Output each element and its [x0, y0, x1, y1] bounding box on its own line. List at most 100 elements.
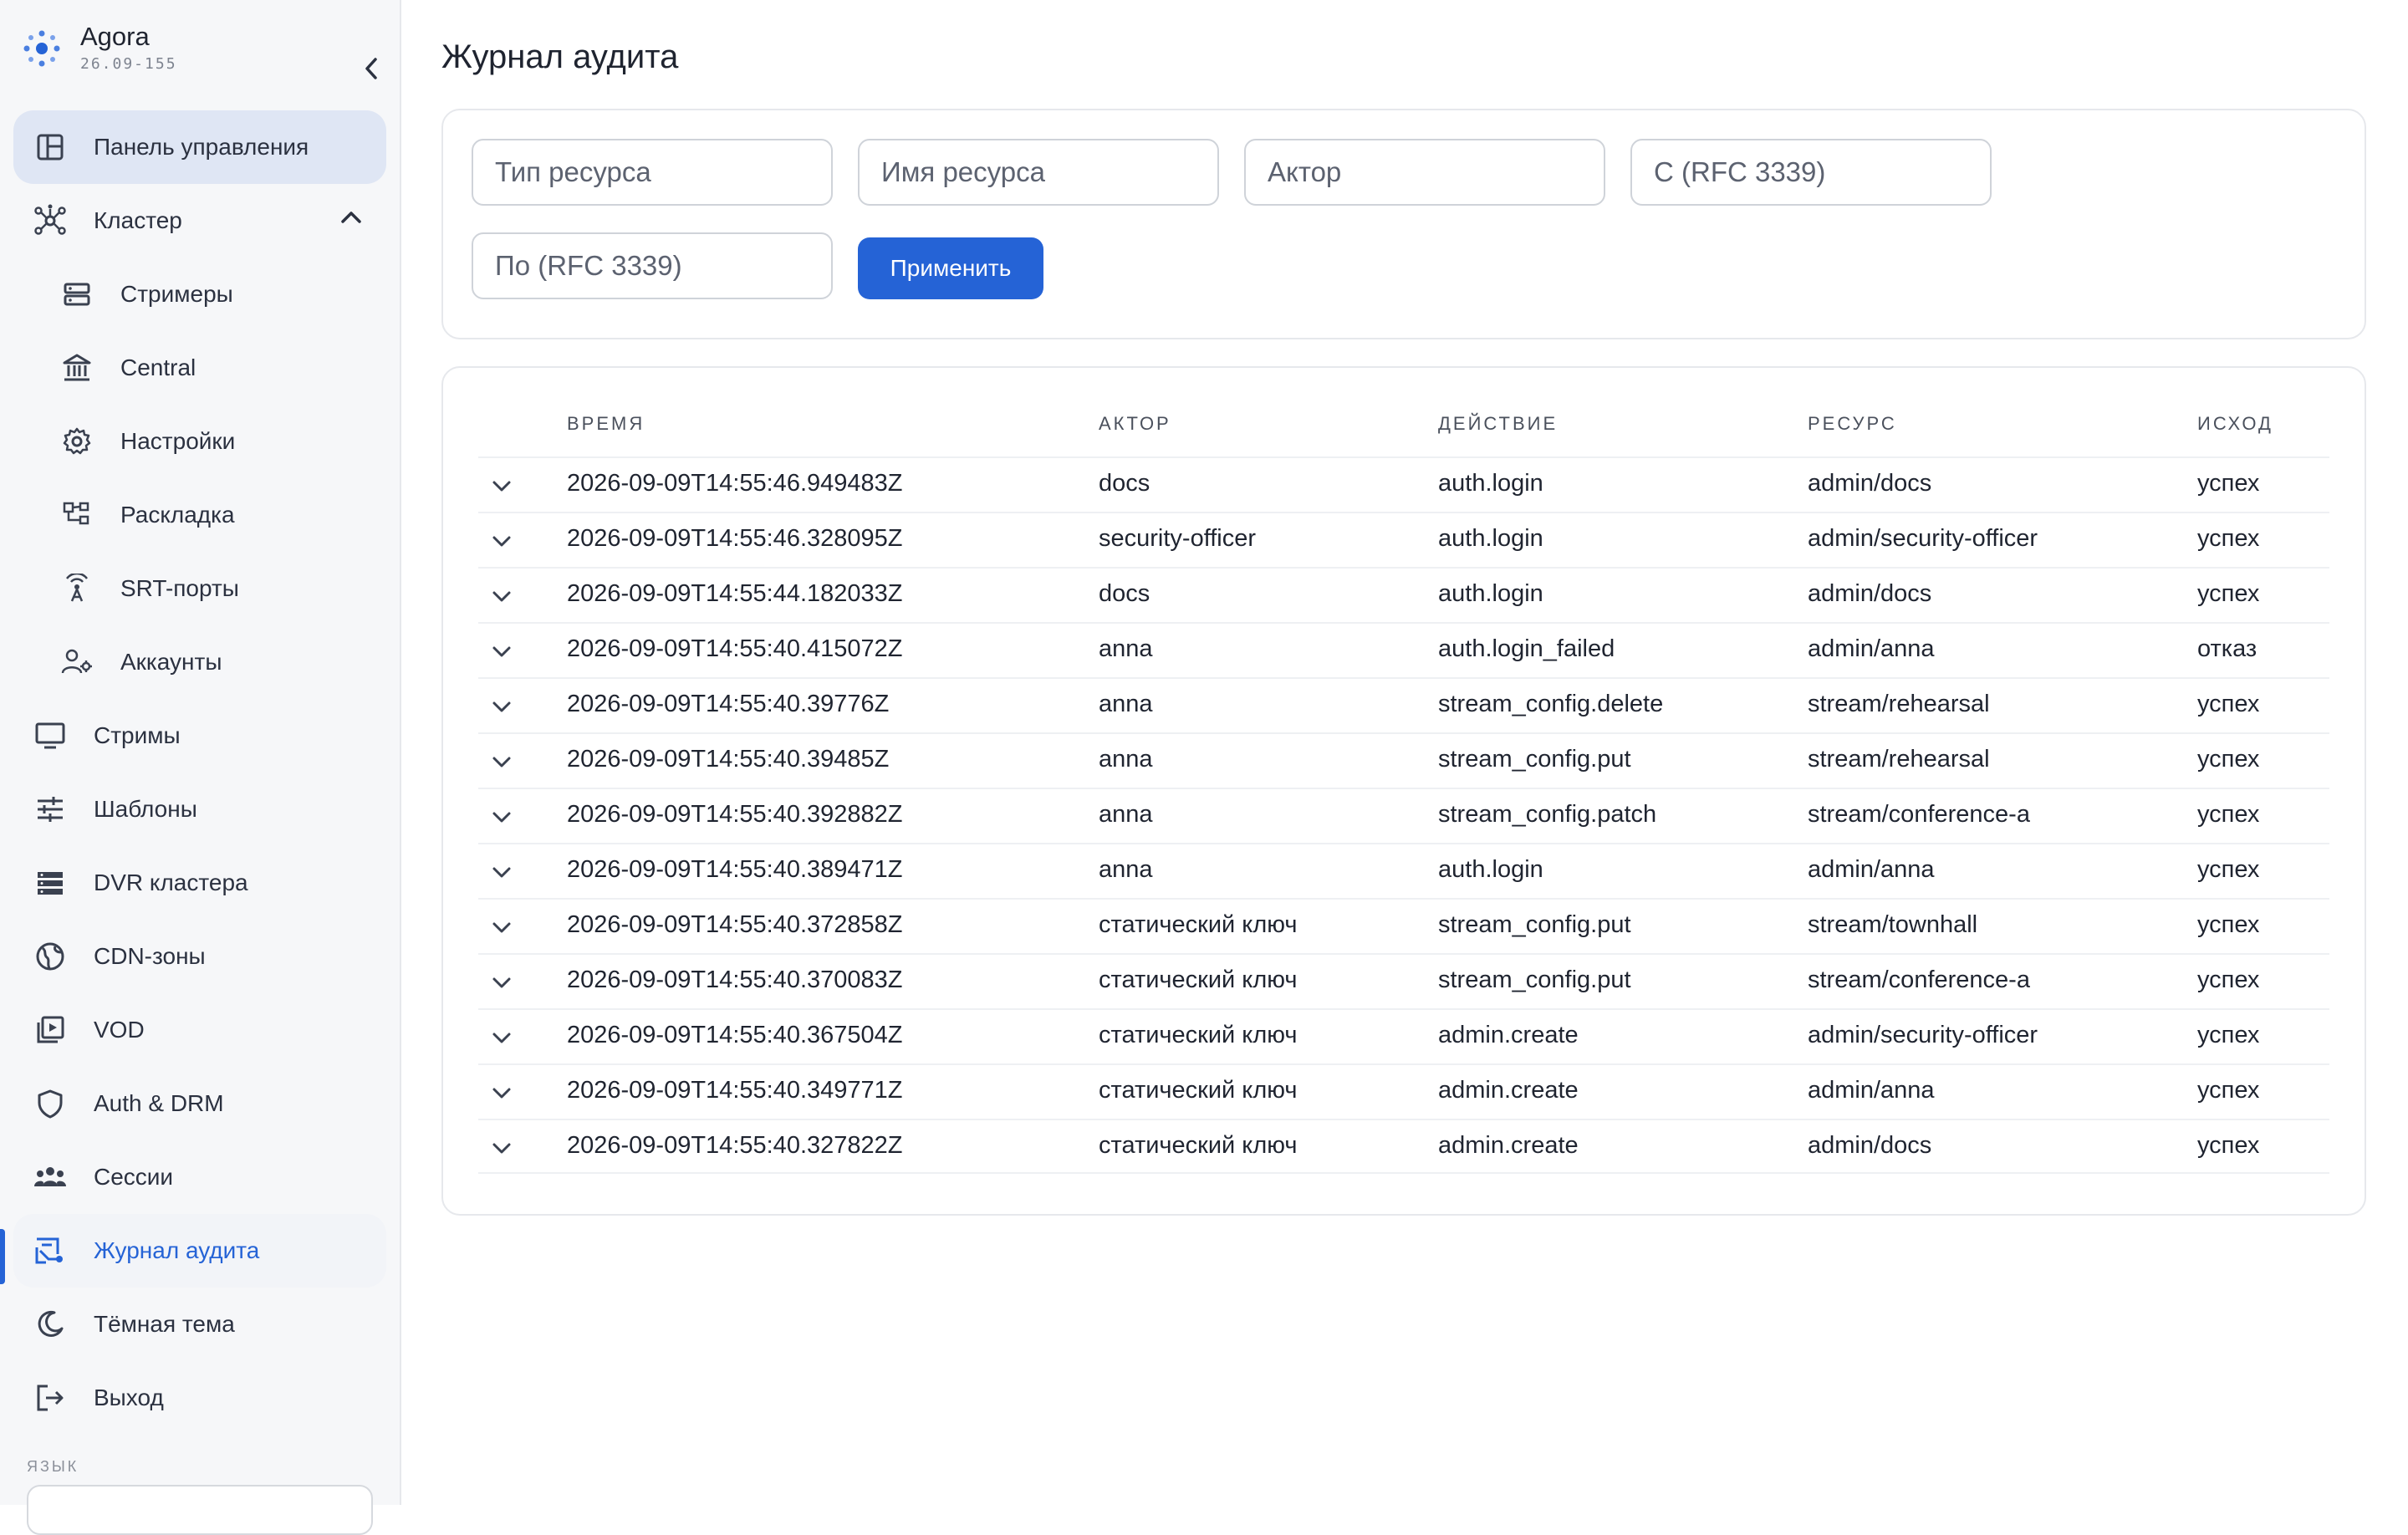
cell-time: 2026-09-09T14:55:40.415072Z [567, 635, 903, 662]
expand-row-button[interactable] [485, 469, 518, 502]
cell-resource: admin/security-officer [1808, 525, 2038, 552]
sidebar-item-cluster[interactable]: Кластер [13, 184, 386, 258]
sidebar-item-settings[interactable]: Настройки [13, 405, 386, 478]
chevron-down-icon [492, 1088, 511, 1099]
table-row[interactable]: 2026-09-09T14:55:46.949483Z docs auth.logi… [478, 456, 2329, 513]
header-resource[interactable]: Ресурс [1808, 413, 1897, 435]
expand-row-button[interactable] [485, 910, 518, 944]
expand-row-button[interactable] [485, 524, 518, 558]
expand-row-button[interactable] [485, 690, 518, 723]
sidebar-item-label: Auth & DRM [94, 1090, 224, 1116]
cell-time: 2026-09-09T14:55:40.349771Z [567, 1077, 903, 1104]
table-row[interactable]: 2026-09-09T14:55:40.39776Z anna stream_con… [478, 677, 2329, 734]
table-row[interactable]: 2026-09-09T14:55:40.367504Z статический к… [478, 1008, 2329, 1065]
sidebar-item-label: Журнал аудита [94, 1237, 260, 1263]
table-row[interactable]: 2026-09-09T14:55:44.182033Z docs auth.logi… [478, 567, 2329, 624]
table-row[interactable]: 2026-09-09T14:55:40.349771Z статический к… [478, 1063, 2329, 1120]
to-date-input[interactable] [472, 232, 833, 299]
apply-button[interactable]: Применить [858, 237, 1043, 299]
resource-name-input[interactable] [858, 139, 1219, 206]
cell-actor: статический ключ [1099, 1077, 1298, 1104]
expand-row-button[interactable] [485, 800, 518, 834]
sidebar-item-central[interactable]: Central [13, 331, 386, 405]
sidebar-item-streamers[interactable]: Стримеры [13, 258, 386, 331]
agora-logo-icon [20, 27, 64, 70]
sidebar-item-accounts[interactable]: Аккаунты [13, 625, 386, 699]
sidebar-item-dashboard[interactable]: Панель управления [13, 110, 386, 184]
header-time[interactable]: Время [567, 413, 645, 435]
cell-actor: anna [1099, 856, 1153, 883]
cell-resource: stream/conference-a [1808, 966, 2030, 993]
expand-row-button[interactable] [485, 579, 518, 613]
globe-icon [32, 938, 69, 975]
chevron-up-icon[interactable] [339, 209, 363, 230]
collapse-sidebar-button[interactable] [355, 52, 388, 85]
cell-time: 2026-09-09T14:55:40.370083Z [567, 966, 903, 993]
sidebar-item-vod[interactable]: VOD [13, 993, 386, 1067]
table-row[interactable]: 2026-09-09T14:55:40.415072Z anna auth.logi… [478, 622, 2329, 679]
chevron-left-icon [365, 58, 377, 79]
chevron-down-icon [492, 922, 511, 933]
cell-actor: anna [1099, 635, 1153, 662]
cell-time: 2026-09-09T14:55:44.182033Z [567, 580, 903, 607]
cell-actor: anna [1099, 801, 1153, 828]
cell-action: stream_config.put [1438, 746, 1631, 773]
table-row[interactable]: 2026-09-09T14:55:40.39485Z anna stream_con… [478, 732, 2329, 789]
table-row[interactable]: 2026-09-09T14:55:40.392882Z anna stream_co… [478, 788, 2329, 844]
table-row[interactable]: 2026-09-09T14:55:40.372858Z статический к… [478, 898, 2329, 955]
cell-resource: stream/rehearsal [1808, 691, 1990, 717]
sidebar-item-layout[interactable]: Раскладка [13, 478, 386, 552]
expand-row-button[interactable] [485, 745, 518, 778]
sidebar-item-streams[interactable]: Стримы [13, 699, 386, 773]
expand-row-button[interactable] [485, 855, 518, 889]
cell-outcome: успех [2197, 1022, 2260, 1048]
cell-time: 2026-09-09T14:55:40.39485Z [567, 746, 890, 773]
cell-resource: admin/anna [1808, 1077, 1935, 1104]
table-row[interactable]: 2026-09-09T14:55:40.370083Z статический к… [478, 953, 2329, 1010]
users-icon [32, 1159, 69, 1196]
sidebar-item-auth-drm[interactable]: Auth & DRM [13, 1067, 386, 1140]
cell-outcome: успех [2197, 911, 2260, 938]
expand-row-button[interactable] [485, 1131, 518, 1165]
sidebar-item-label: Тёмная тема [94, 1311, 235, 1337]
user-settings-icon [59, 644, 95, 681]
table-row[interactable]: 2026-09-09T14:55:40.327822Z статический к… [478, 1119, 2329, 1175]
header-actor[interactable]: Актор [1099, 413, 1171, 435]
sidebar-item-dark-theme[interactable]: Тёмная тема [13, 1288, 386, 1361]
cell-resource: admin/docs [1808, 1132, 1932, 1159]
expand-row-button[interactable] [485, 635, 518, 668]
layout-tree-icon [59, 497, 95, 533]
from-date-input[interactable] [1630, 139, 1992, 206]
cluster-icon [32, 202, 69, 239]
sidebar-item-srt-ports[interactable]: SRT-порты [13, 552, 386, 625]
chevron-down-icon [492, 867, 511, 878]
expand-row-button[interactable] [485, 1021, 518, 1054]
cell-resource: admin/anna [1808, 856, 1935, 883]
table-row[interactable]: 2026-09-09T14:55:46.328095Z security-offi… [478, 512, 2329, 569]
chevron-down-icon [492, 757, 511, 768]
language-select[interactable] [27, 1485, 373, 1535]
sidebar-item-logout[interactable]: Выход [13, 1361, 386, 1435]
table-row[interactable]: 2026-09-09T14:55:40.389471Z anna auth.logi… [478, 843, 2329, 900]
sidebar-item-templates[interactable]: Шаблоны [13, 773, 386, 846]
sidebar-item-label: Сессии [94, 1164, 174, 1190]
sidebar-item-sessions[interactable]: Сессии [13, 1140, 386, 1214]
expand-row-button[interactable] [485, 1076, 518, 1109]
expand-row-button[interactable] [485, 966, 518, 999]
resource-type-input[interactable] [472, 139, 833, 206]
cell-outcome: успех [2197, 856, 2260, 883]
sidebar-item-label: Кластер [94, 207, 182, 233]
cell-time: 2026-09-09T14:55:40.389471Z [567, 856, 903, 883]
cell-action: auth.login [1438, 856, 1543, 883]
sidebar-item-audit-log[interactable]: Журнал аудита [13, 1214, 386, 1288]
header-outcome[interactable]: Исход [2197, 413, 2273, 435]
cell-action: auth.login [1438, 580, 1543, 607]
sidebar-item-cluster-dvr[interactable]: DVR кластера [13, 846, 386, 920]
chevron-down-icon [492, 1033, 511, 1043]
language-label: ЯЗЫК [27, 1458, 79, 1475]
cell-resource: stream/townhall [1808, 911, 1978, 938]
header-action[interactable]: Действие [1438, 413, 1558, 435]
actor-input[interactable] [1244, 139, 1605, 206]
brand: Agora 26.09-155 [20, 20, 377, 79]
sidebar-item-cdn-zones[interactable]: CDN-зоны [13, 920, 386, 993]
